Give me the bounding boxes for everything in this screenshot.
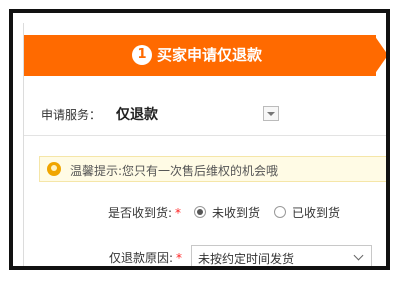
reason-label: 仅退款原因: * (109, 251, 183, 265)
chevron-down-icon (353, 250, 364, 261)
service-value: 仅退款 (116, 107, 158, 123)
service-dropdown-button[interactable] (263, 106, 279, 121)
lightbulb-icon (47, 162, 61, 176)
divider (24, 135, 386, 136)
radio-received-label[interactable]: 已收到货 (292, 204, 340, 221)
required-mark: * (176, 251, 183, 265)
radio-not-received-label[interactable]: 未收到货 (212, 204, 260, 221)
received-label: 是否收到货: * (108, 206, 182, 220)
service-label: 申请服务： (41, 108, 102, 122)
screenshot-frame: 1 买家申请仅退款 申请服务： 仅退款 温馨提示:您只有一次售后维权的机会哦 是… (9, 9, 390, 270)
caret-down-icon (267, 112, 275, 116)
reason-select[interactable]: 未按约定时间发货 (191, 245, 372, 266)
tip-banner: 温馨提示:您只有一次售后维权的机会哦 (39, 156, 386, 182)
radio-not-received[interactable] (194, 206, 206, 218)
step-title: 买家申请仅退款 (157, 46, 263, 64)
required-mark: * (175, 206, 182, 220)
service-row: 申请服务： 仅退款 (41, 103, 386, 125)
reason-select-value: 未按约定时间发货 (198, 252, 295, 266)
step-bar: 1 买家申请仅退款 (24, 35, 386, 76)
step-arrow (374, 35, 386, 75)
radio-received[interactable] (274, 206, 286, 218)
refund-form-panel: 1 买家申请仅退款 申请服务： 仅退款 温馨提示:您只有一次售后维权的机会哦 是… (23, 23, 386, 266)
step-number-badge: 1 (132, 45, 152, 65)
tip-text: 温馨提示:您只有一次售后维权的机会哦 (70, 164, 279, 178)
